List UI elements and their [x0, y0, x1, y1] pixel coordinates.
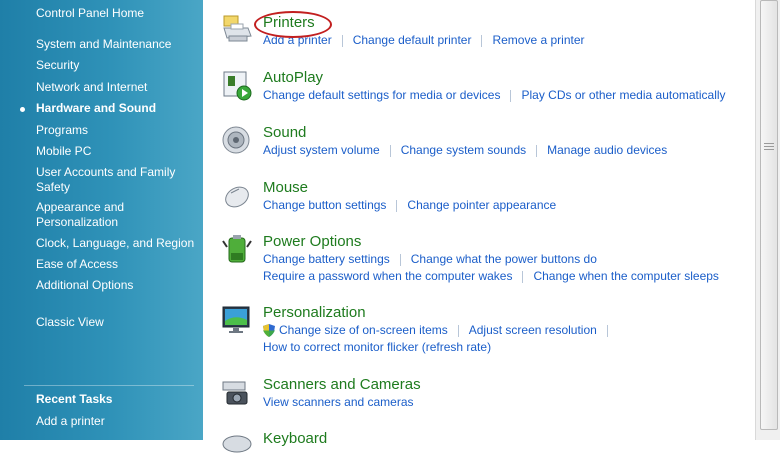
- category-title-personalization[interactable]: Personalization: [263, 304, 366, 322]
- category-title-scanners-cameras[interactable]: Scanners and Cameras: [263, 376, 421, 394]
- link-play-cds-automatically[interactable]: Play CDs or other media automatically: [521, 87, 725, 104]
- link-change-power-buttons[interactable]: Change what the power buttons do: [411, 251, 597, 268]
- category-links-power-options: Change battery settings Change what the …: [263, 251, 719, 285]
- sidebar-item-system-and-maintenance[interactable]: System and Maintenance: [36, 37, 196, 52]
- link-monitor-flicker[interactable]: How to correct monitor flicker (refresh …: [263, 339, 491, 356]
- mouse-icon: [225, 186, 249, 208]
- sidebar-item-additional-options[interactable]: Additional Options: [36, 278, 196, 293]
- link-separator: [457, 324, 459, 337]
- category-title-autoplay[interactable]: AutoPlay: [263, 69, 323, 87]
- link-change-pointer-appearance[interactable]: Change pointer appearance: [407, 197, 556, 214]
- link-separator: [341, 34, 343, 47]
- category-links-printers: Add a printer Change default printer Rem…: [263, 32, 585, 49]
- sidebar-control-panel-home[interactable]: Control Panel Home: [36, 6, 196, 21]
- link-require-password-on-wake[interactable]: Require a password when the computer wak…: [263, 268, 512, 285]
- sidebar-item-mobile-pc[interactable]: Mobile PC: [36, 144, 196, 159]
- scrollbar-grip-line: [764, 143, 774, 144]
- link-adjust-screen-resolution[interactable]: Adjust screen resolution: [469, 322, 597, 339]
- link-change-default-media-settings[interactable]: Change default settings for media or dev…: [263, 87, 500, 104]
- sidebar-item-appearance[interactable]: Appearance and Personalization: [36, 200, 136, 230]
- link-view-scanners-cameras[interactable]: View scanners and cameras: [263, 394, 414, 411]
- link-change-default-printer[interactable]: Change default printer: [353, 32, 472, 49]
- category-links-sound: Adjust system volume Change system sound…: [263, 142, 667, 159]
- sidebar-item-network[interactable]: Network and Internet: [36, 80, 196, 95]
- main-content: Printers Add a printer Change default pr…: [203, 0, 755, 453]
- category-links-mouse: Change button settings Change pointer ap…: [263, 197, 556, 214]
- camera-icon: [222, 381, 248, 405]
- battery-icon: [222, 235, 252, 263]
- printer-icon: [223, 15, 252, 42]
- category-links-autoplay: Change default settings for media or dev…: [263, 87, 726, 104]
- link-separator: [536, 144, 538, 157]
- vertical-scrollbar[interactable]: [755, 0, 780, 440]
- link-separator: [389, 144, 391, 157]
- link-separator: [522, 270, 524, 283]
- keyboard-icon: [222, 435, 252, 453]
- link-adjust-system-volume[interactable]: Adjust system volume: [263, 142, 380, 159]
- link-change-battery-settings[interactable]: Change battery settings: [263, 251, 390, 268]
- sidebar-classic-view[interactable]: Classic View: [36, 315, 196, 330]
- sidebar-divider: [24, 385, 194, 386]
- sidebar: Control Panel Home System and Maintenanc…: [0, 0, 203, 440]
- sidebar-item-programs[interactable]: Programs: [36, 123, 196, 138]
- link-separator: [481, 34, 483, 47]
- active-bullet: [20, 107, 25, 112]
- link-separator: [510, 89, 512, 102]
- scrollbar-grip-line: [764, 149, 774, 150]
- monitor-icon: [222, 306, 250, 333]
- link-separator: [396, 199, 398, 212]
- link-change-system-sounds[interactable]: Change system sounds: [401, 142, 526, 159]
- category-title-power-options[interactable]: Power Options: [263, 233, 361, 251]
- uac-shield-icon: [263, 324, 275, 337]
- link-change-button-settings[interactable]: Change button settings: [263, 197, 386, 214]
- category-links-scanners-cameras: View scanners and cameras: [263, 394, 414, 411]
- recent-task-add-printer[interactable]: Add a printer: [36, 414, 196, 429]
- link-change-sleep-time[interactable]: Change when the computer sleeps: [533, 268, 718, 285]
- link-manage-audio-devices[interactable]: Manage audio devices: [547, 142, 667, 159]
- sidebar-item-hardware-and-sound[interactable]: Hardware and Sound: [36, 101, 196, 116]
- link-separator: [606, 324, 608, 337]
- category-title-mouse[interactable]: Mouse: [263, 179, 308, 197]
- sidebar-item-user-accounts[interactable]: User Accounts and Family Safety: [36, 165, 186, 195]
- scrollbar-thumb[interactable]: [760, 0, 778, 430]
- sidebar-item-security[interactable]: Security: [36, 58, 196, 73]
- link-change-onscreen-size[interactable]: Change size of on-screen items: [279, 322, 448, 339]
- sidebar-item-ease-of-access[interactable]: Ease of Access: [36, 257, 196, 272]
- recent-tasks-title: Recent Tasks: [36, 392, 113, 406]
- sidebar-item-clock-language-region[interactable]: Clock, Language, and Region: [36, 236, 196, 251]
- speaker-icon: [222, 126, 250, 154]
- link-separator: [399, 253, 401, 266]
- category-title-sound[interactable]: Sound: [263, 124, 306, 142]
- category-title-printers[interactable]: Printers: [263, 14, 315, 32]
- scrollbar-grip-line: [764, 146, 774, 147]
- link-add-printer[interactable]: Add a printer: [263, 32, 332, 49]
- category-links-personalization: Change size of on-screen items Adjust sc…: [263, 322, 618, 356]
- autoplay-icon: [223, 71, 252, 101]
- link-remove-printer[interactable]: Remove a printer: [492, 32, 584, 49]
- category-title-keyboard[interactable]: Keyboard: [263, 430, 327, 448]
